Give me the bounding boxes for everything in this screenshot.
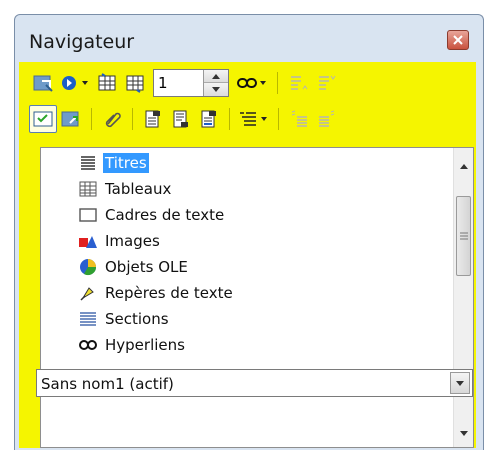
chevron-down-icon[interactable]: [260, 81, 266, 85]
tree-item-label: Sections: [105, 310, 169, 328]
grip-icon: [459, 232, 468, 240]
close-icon: [453, 35, 463, 45]
scroll-thumb[interactable]: [456, 196, 471, 276]
promote-chapter-button[interactable]: [285, 105, 313, 133]
tree-item-hyperliens[interactable]: Hyperliens: [78, 333, 187, 357]
stepper-down-button[interactable]: [204, 83, 228, 96]
page-number-value[interactable]: 1: [158, 74, 168, 92]
content-tree[interactable]: Titres Tableaux Cadres de texte Images O…: [40, 147, 474, 448]
window-title: Navigateur: [29, 31, 135, 53]
chevron-down-icon: [459, 430, 468, 436]
toolbar-separator: [278, 108, 279, 130]
navigator-toolbar-bottom: [29, 102, 341, 136]
text-frame-icon: [78, 205, 98, 225]
anchor-text-button[interactable]: [195, 105, 223, 133]
tree-item-label: Tableaux: [105, 180, 172, 198]
promote-chapter-icon: [291, 110, 307, 127]
tree-item-label: Titres: [103, 153, 149, 173]
toolbar-separator: [132, 108, 133, 130]
content-view-toggle-button[interactable]: [29, 105, 57, 133]
scroll-up-button[interactable]: [454, 156, 473, 176]
content-navigation-view-icon: [33, 111, 53, 127]
demote-chapter-button[interactable]: [313, 105, 341, 133]
images-icon: [78, 231, 98, 251]
tree-item-reperes[interactable]: Repères de texte: [78, 281, 235, 305]
tree-item-label: Images: [105, 232, 160, 250]
scroll-down-button[interactable]: [454, 423, 473, 443]
set-reminder-icon: [105, 112, 121, 128]
heading-levels-button[interactable]: [236, 105, 260, 133]
vertical-scrollbar[interactable]: [453, 148, 473, 447]
set-reminder-button[interactable]: [98, 105, 126, 133]
document-select-value: Sans nom1 (actif): [41, 375, 174, 393]
toggle-content-view-button[interactable]: [29, 69, 57, 97]
toolbar-separator: [277, 72, 278, 94]
list-box-button[interactable]: [57, 105, 85, 133]
next-table-icon: [126, 75, 144, 93]
navigation-button[interactable]: [57, 69, 81, 97]
ole-object-icon: [78, 257, 98, 277]
header-icon: [145, 110, 160, 128]
demote-level-icon: [319, 75, 336, 90]
next-item-button[interactable]: [121, 69, 149, 97]
document-select-dropdown-button[interactable]: [450, 372, 470, 394]
promote-level-button[interactable]: [284, 69, 312, 97]
tree-item-cadres[interactable]: Cadres de texte: [78, 203, 226, 227]
tree-item-label: Objets OLE: [105, 258, 188, 276]
drag-mode-icon: [237, 78, 257, 88]
anchor-text-icon: [201, 110, 216, 128]
toolbar-separator: [229, 108, 230, 130]
chevron-down-icon[interactable]: [261, 117, 267, 121]
demote-chapter-icon: [319, 110, 335, 127]
chevron-up-icon: [212, 73, 220, 79]
promote-level-icon: [291, 76, 308, 90]
tree-item-tableaux[interactable]: Tableaux: [78, 177, 173, 201]
navigator-toolbar-top: 1: [29, 66, 340, 100]
toggle-content-view-icon: [33, 75, 53, 92]
chevron-down-icon[interactable]: [82, 81, 88, 85]
previous-item-button[interactable]: [93, 69, 121, 97]
document-select[interactable]: Sans nom1 (actif): [36, 369, 473, 397]
tree-item-images[interactable]: Images: [78, 229, 162, 253]
tree-item-ole[interactable]: Objets OLE: [78, 255, 190, 279]
tree-item-sections[interactable]: Sections: [78, 307, 171, 331]
headings-icon: [78, 153, 98, 173]
header-button[interactable]: [139, 105, 167, 133]
close-button[interactable]: [447, 30, 469, 50]
footer-button[interactable]: [167, 105, 195, 133]
tree-list: Titres Tableaux Cadres de texte Images O…: [41, 148, 453, 447]
drag-mode-button[interactable]: [235, 69, 259, 97]
chevron-up-icon: [459, 163, 468, 169]
chevron-down-icon: [212, 87, 220, 92]
sections-icon: [78, 309, 98, 329]
list-box-icon: [61, 111, 79, 127]
tree-item-label: Repères de texte: [105, 284, 233, 302]
footer-icon: [173, 110, 188, 128]
chevron-down-icon: [456, 380, 464, 386]
table-icon: [78, 179, 98, 199]
navigator-window: Navigateur 1 Titres Tableaux Cadres de t…: [14, 14, 484, 450]
heading-levels-icon: [240, 112, 256, 126]
previous-table-icon: [98, 73, 116, 91]
tree-item-titres[interactable]: Titres: [78, 151, 149, 175]
page-number-stepper[interactable]: 1: [153, 69, 229, 97]
demote-level-button[interactable]: [312, 69, 340, 97]
tree-item-label: Hyperliens: [105, 336, 185, 354]
stepper-up-button[interactable]: [204, 70, 228, 83]
hyperlink-icon: [78, 335, 98, 355]
stepper-buttons: [203, 70, 228, 96]
navigation-icon: [62, 76, 76, 90]
tree-item-label: Cadres de texte: [105, 206, 225, 224]
bookmark-icon: [78, 283, 98, 303]
toolbar-separator: [91, 108, 92, 130]
